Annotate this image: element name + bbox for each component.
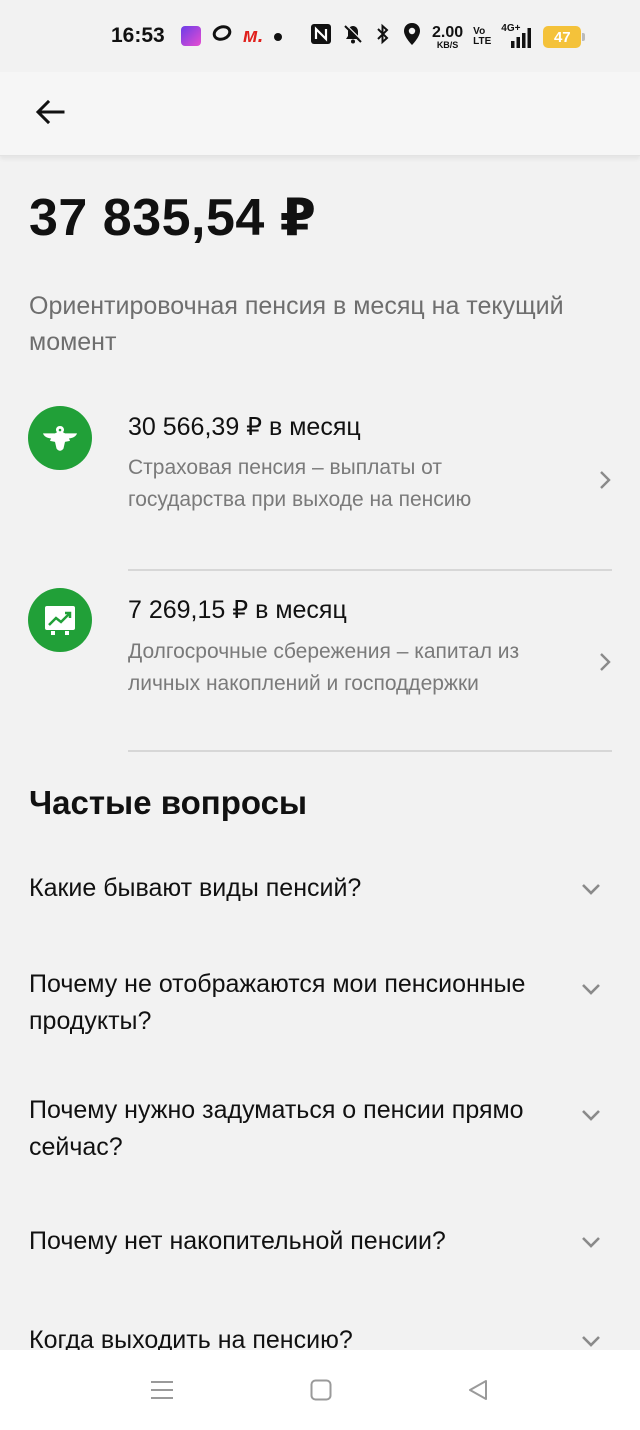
total-pension-amount: 37 835,54 ₽ — [29, 189, 317, 247]
location-icon — [402, 22, 422, 52]
recent-apps-button[interactable] — [146, 1374, 178, 1406]
insurance-pension-amount: 30 566,39 ₽ в месяц — [128, 413, 361, 441]
chevron-down-icon — [582, 884, 600, 895]
divider — [128, 750, 612, 752]
chevron-down-icon — [582, 1110, 600, 1121]
faq-item-pension-types[interactable]: Какие бывают виды пенсий? — [0, 866, 640, 926]
notification-icons: м. — [181, 24, 283, 48]
back-button[interactable] — [30, 92, 70, 132]
faq-title: Частые вопросы — [29, 784, 308, 821]
chevron-down-icon — [582, 1237, 600, 1248]
faq-question: Какие бывают виды пенсий? — [29, 874, 362, 902]
game-app-icon — [181, 26, 201, 46]
long-term-savings-amount: 7 269,15 ₽ в месяц — [128, 596, 347, 624]
nfc-icon — [310, 23, 332, 51]
chevron-down-icon — [582, 1336, 600, 1347]
dot-icon — [273, 24, 283, 48]
chevron-down-icon — [582, 984, 600, 995]
system-back-button[interactable] — [462, 1374, 494, 1406]
signal-icon: 4G+ — [501, 23, 533, 49]
home-square-icon — [310, 1379, 332, 1401]
battery-icon: 47 — [543, 26, 586, 48]
status-bar: 16:53 м. 2.00 KB/S Vo LTE 4G+ 47 — [0, 0, 640, 72]
chevron-right-icon — [600, 653, 611, 671]
faq-question: Почему нет накопительной пенсии? — [29, 1227, 446, 1255]
faq-question: Почему не отображаются мои пенсионные пр… — [29, 970, 526, 1035]
long-term-savings-item[interactable]: 7 269,15 ₽ в месяц Долгосрочные сбережен… — [0, 583, 640, 751]
growth-chart-icon — [45, 606, 75, 635]
faq-question: Почему нужно задуматься о пенсии прямо с… — [29, 1096, 524, 1161]
total-pension-caption: Ориентировочная пенсия в месяц на текущи… — [29, 292, 564, 356]
arrow-left-icon — [35, 99, 65, 125]
faq-item-why-now[interactable]: Почему нужно задуматься о пенсии прямо с… — [0, 1088, 640, 1178]
home-button[interactable] — [305, 1374, 337, 1406]
ring-app-icon — [211, 24, 233, 48]
system-icons: 2.00 KB/S Vo LTE 4G+ 47 — [310, 22, 586, 52]
menu-icon — [151, 1381, 173, 1399]
volte-indicator: Vo LTE — [473, 26, 492, 47]
faq-item-products-missing[interactable]: Почему не отображаются мои пенсионные пр… — [0, 962, 640, 1052]
insurance-pension-item[interactable]: 30 566,39 ₽ в месяц Страховая пенсия – в… — [0, 400, 640, 570]
back-triangle-icon — [469, 1380, 487, 1400]
divider — [128, 569, 612, 571]
insurance-pension-icon-wrap — [28, 406, 92, 470]
bluetooth-icon — [374, 23, 392, 51]
app-header — [0, 72, 640, 156]
net-speed: 2.00 KB/S — [432, 23, 464, 50]
faq-item-no-funded-pension[interactable]: Почему нет накопительной пенсии? — [0, 1219, 640, 1279]
m-app-icon: м. — [243, 24, 264, 47]
long-term-savings-description: Долгосрочные сбережения – капитал из лич… — [128, 640, 520, 695]
long-term-savings-icon-wrap — [28, 588, 92, 652]
system-nav-bar — [0, 1350, 640, 1430]
mute-bell-icon — [342, 23, 364, 51]
chevron-right-icon — [600, 471, 611, 489]
insurance-pension-description: Страховая пенсия – выплаты от государств… — [128, 456, 472, 511]
status-time: 16:53 — [111, 24, 165, 47]
eagle-emblem-icon — [43, 426, 77, 451]
